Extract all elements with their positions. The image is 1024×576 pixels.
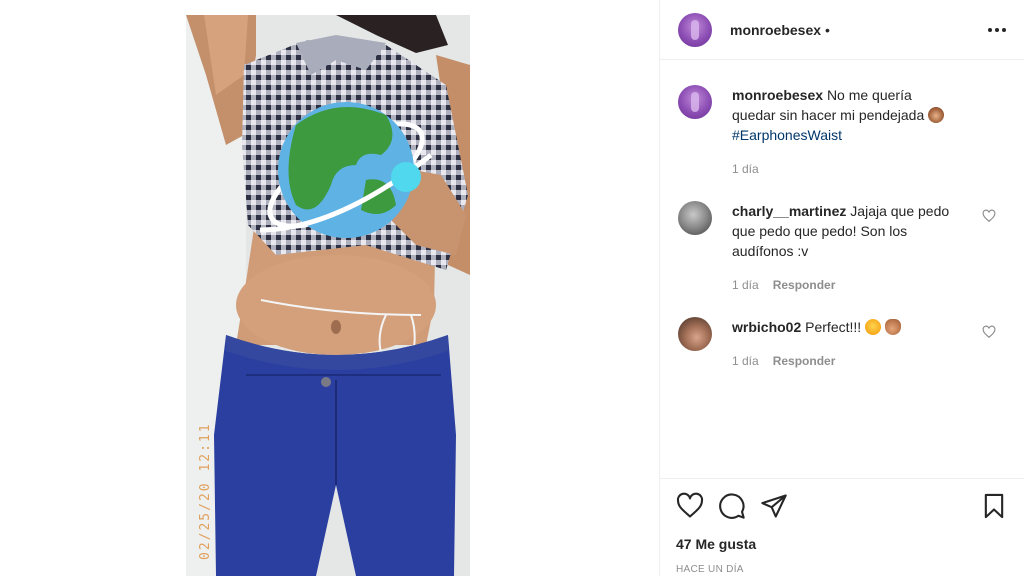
comment-username[interactable]: charly__martinez [732,203,846,219]
share-icon[interactable] [760,492,788,520]
reply-button[interactable]: Responder [773,275,836,295]
author-avatar[interactable] [678,12,712,47]
commenter-avatar[interactable] [678,201,712,235]
photo-illustration [186,15,470,576]
star-struck-face-icon [865,319,882,335]
more-dot-icon [995,27,999,32]
reply-button[interactable]: Responder [773,351,836,371]
post-time[interactable]: HACE UN DÍA [676,564,1008,575]
more-dot-icon [1002,27,1006,32]
bookmark-icon[interactable] [980,492,1008,520]
more-options-button[interactable] [988,22,1006,38]
comment-meta: 1 día Responder [732,351,954,371]
comment-item: wrbicho02 Perfect!!! 1 día Responder [678,317,1006,371]
caption-username[interactable]: monroebesex [732,87,823,103]
header-separator: • [825,21,830,38]
more-dot-icon [988,27,992,32]
comment-meta: 1 día Responder [732,275,954,295]
comment-time[interactable]: 1 día [732,275,759,295]
see-no-evil-monkey-icon [928,107,945,123]
comment-item: charly__martinez Jajaja que pedo que ped… [678,201,1006,295]
post-media-pane: 02/25/20 12:11 [0,0,659,576]
author-username[interactable]: monroebesex [730,22,821,38]
caption-time[interactable]: 1 día [732,159,759,179]
heart-icon[interactable] [676,492,704,520]
like-comment-heart-icon[interactable] [982,325,996,339]
comment-text: Perfect!!! [805,319,862,335]
post-side-panel: monroebesex • monroebesex No me quería q… [659,0,1024,576]
caption-hashtag[interactable]: #EarphonesWaist [732,127,842,143]
caption: monroebesex No me quería quedar sin hace… [678,85,1006,179]
photo-date-stamp: 02/25/20 12:11 [198,422,213,561]
comments-list: monroebesex No me quería quedar sin hace… [660,61,1024,477]
action-icons-row [676,491,1008,521]
likes-count[interactable]: 47 Me gusta [676,536,1008,552]
like-comment-heart-icon[interactable] [982,209,996,223]
caption-avatar[interactable] [678,85,712,119]
comment-time[interactable]: 1 día [732,351,759,371]
ok-hand-icon [884,319,901,335]
date-stamp-text: 02/25/20 12:11 [198,422,213,560]
post-actions: 47 Me gusta HACE UN DÍA [660,478,1024,576]
comment-icon[interactable] [718,492,746,520]
commenter-avatar[interactable] [678,317,712,351]
post-header: monroebesex • [660,0,1024,60]
comment-username[interactable]: wrbicho02 [732,319,801,335]
post-photo[interactable] [186,15,470,576]
caption-meta: 1 día [732,159,954,179]
